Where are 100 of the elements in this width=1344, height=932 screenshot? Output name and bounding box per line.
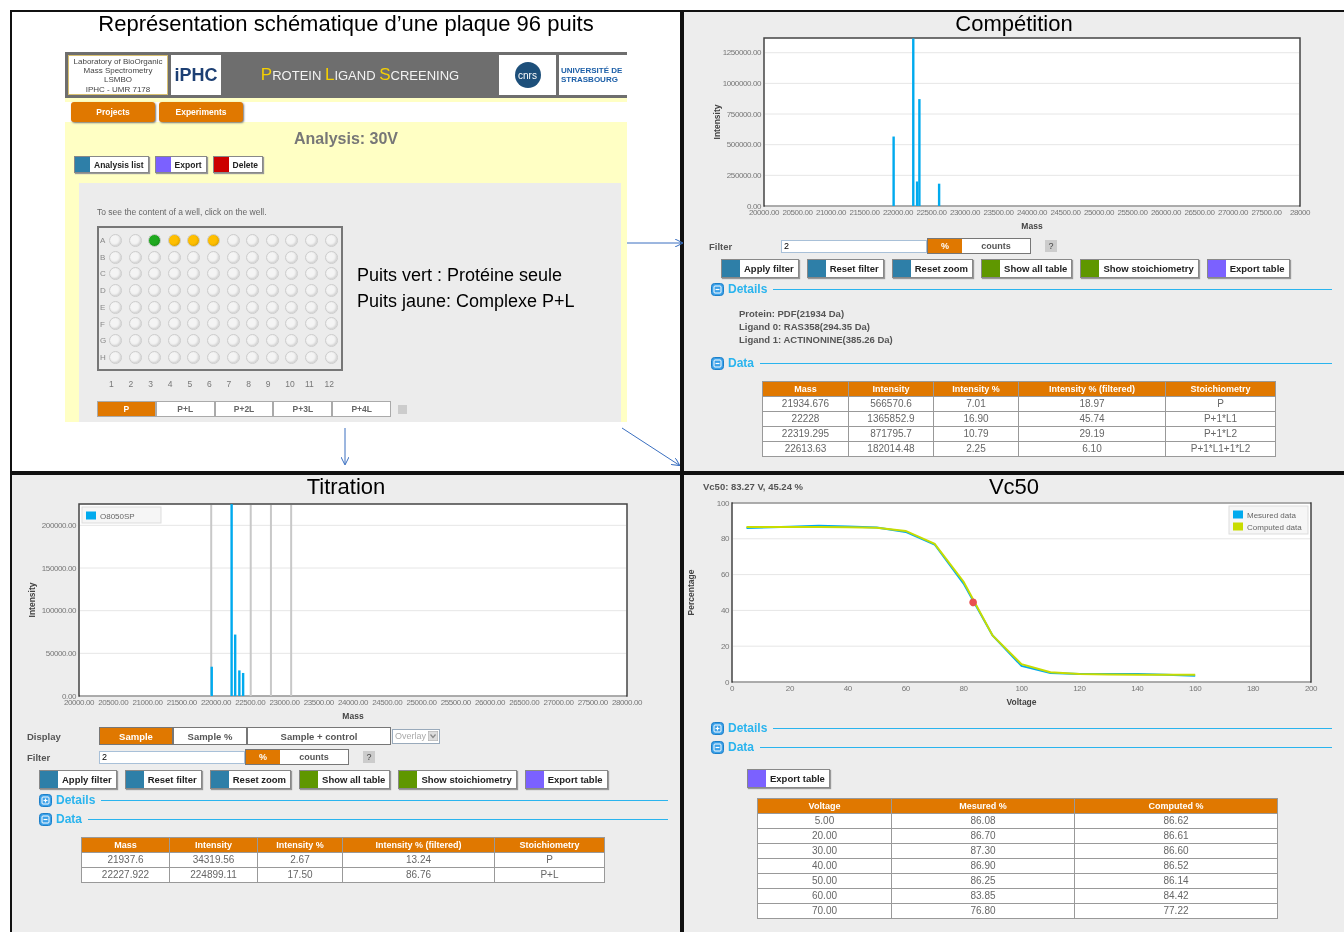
well[interactable] xyxy=(324,333,338,347)
filter-field[interactable]: 2 xyxy=(781,239,927,253)
well[interactable] xyxy=(187,333,201,347)
well[interactable] xyxy=(324,350,338,364)
well[interactable] xyxy=(148,300,162,314)
well[interactable] xyxy=(265,317,279,331)
well[interactable] xyxy=(285,350,299,364)
well[interactable] xyxy=(265,350,279,364)
well[interactable] xyxy=(304,300,318,314)
well[interactable] xyxy=(128,317,142,331)
well[interactable] xyxy=(167,317,181,331)
action-button[interactable]: Show stoichiometry xyxy=(398,770,517,789)
well[interactable] xyxy=(167,300,181,314)
well[interactable] xyxy=(324,300,338,314)
action-button[interactable]: Analysis list xyxy=(74,156,149,173)
well[interactable] xyxy=(187,233,201,247)
well[interactable] xyxy=(206,300,220,314)
well[interactable] xyxy=(246,267,260,281)
well[interactable] xyxy=(187,283,201,297)
action-button[interactable]: Reset zoom xyxy=(891,259,974,278)
well[interactable] xyxy=(246,333,260,347)
well[interactable] xyxy=(167,283,181,297)
well[interactable] xyxy=(109,333,122,347)
well[interactable] xyxy=(265,300,279,314)
well[interactable] xyxy=(167,233,181,247)
collapse-icon[interactable] xyxy=(711,356,724,370)
well[interactable] xyxy=(285,317,299,331)
well[interactable] xyxy=(167,250,181,264)
well[interactable] xyxy=(226,317,240,331)
condition-tab[interactable]: P+2L xyxy=(214,401,274,417)
well[interactable] xyxy=(265,233,279,247)
well[interactable] xyxy=(285,233,299,247)
well[interactable] xyxy=(206,350,220,364)
well[interactable] xyxy=(206,333,220,347)
well[interactable] xyxy=(265,250,279,264)
unit-toggle[interactable]: counts xyxy=(280,750,348,764)
well[interactable] xyxy=(148,350,162,364)
well[interactable] xyxy=(324,267,338,281)
well[interactable] xyxy=(324,317,338,331)
well[interactable] xyxy=(304,250,318,264)
collapse-icon[interactable] xyxy=(711,740,724,754)
well[interactable] xyxy=(109,350,122,364)
well[interactable] xyxy=(265,283,279,297)
well[interactable] xyxy=(148,333,162,347)
well[interactable] xyxy=(206,250,220,264)
well[interactable] xyxy=(226,250,240,264)
well[interactable] xyxy=(265,333,279,347)
unit-toggle[interactable]: counts xyxy=(962,239,1030,253)
action-button[interactable]: Apply filter xyxy=(39,770,117,789)
well[interactable] xyxy=(109,233,122,247)
well[interactable] xyxy=(226,300,240,314)
well[interactable] xyxy=(246,317,260,331)
well[interactable] xyxy=(128,333,142,347)
action-button[interactable]: Delete xyxy=(212,156,264,173)
well[interactable] xyxy=(304,233,318,247)
help-button[interactable]: ? xyxy=(1045,240,1057,252)
well[interactable] xyxy=(265,267,279,281)
action-button[interactable]: Show all table xyxy=(299,770,391,789)
well[interactable] xyxy=(285,250,299,264)
well[interactable] xyxy=(187,267,201,281)
well[interactable] xyxy=(148,250,162,264)
well[interactable] xyxy=(324,283,338,297)
action-button[interactable]: Export table xyxy=(524,770,608,789)
action-button[interactable]: Export xyxy=(154,156,207,173)
filter-field[interactable]: 2 xyxy=(99,750,245,764)
display-option[interactable]: Sample + control xyxy=(247,727,391,745)
well[interactable] xyxy=(304,317,318,331)
expand-icon[interactable] xyxy=(39,793,52,807)
well[interactable] xyxy=(148,283,162,297)
well[interactable] xyxy=(285,333,299,347)
help-button[interactable]: ? xyxy=(363,751,375,763)
well[interactable] xyxy=(304,267,318,281)
well[interactable] xyxy=(109,267,122,281)
well[interactable] xyxy=(246,233,260,247)
well[interactable] xyxy=(226,267,240,281)
action-button[interactable]: Reset filter xyxy=(806,259,884,278)
collapse-icon[interactable] xyxy=(711,282,724,296)
condition-tab[interactable]: P+L xyxy=(155,401,215,417)
well[interactable] xyxy=(128,283,142,297)
action-button[interactable]: Export table xyxy=(747,769,830,788)
action-button[interactable]: Export table xyxy=(1206,259,1290,278)
expand-icon[interactable] xyxy=(711,721,724,735)
well[interactable] xyxy=(206,283,220,297)
well[interactable] xyxy=(128,233,142,247)
well[interactable] xyxy=(304,350,318,364)
well[interactable] xyxy=(187,300,201,314)
well[interactable] xyxy=(148,317,162,331)
display-option[interactable]: Sample % xyxy=(173,727,247,745)
well[interactable] xyxy=(148,267,162,281)
well[interactable] xyxy=(246,283,260,297)
well[interactable] xyxy=(206,267,220,281)
well[interactable] xyxy=(324,233,338,247)
well[interactable] xyxy=(128,267,142,281)
well[interactable] xyxy=(226,350,240,364)
well[interactable] xyxy=(128,250,142,264)
well[interactable] xyxy=(109,300,122,314)
well[interactable] xyxy=(167,333,181,347)
well[interactable] xyxy=(285,300,299,314)
well[interactable] xyxy=(167,267,181,281)
well[interactable] xyxy=(128,300,142,314)
